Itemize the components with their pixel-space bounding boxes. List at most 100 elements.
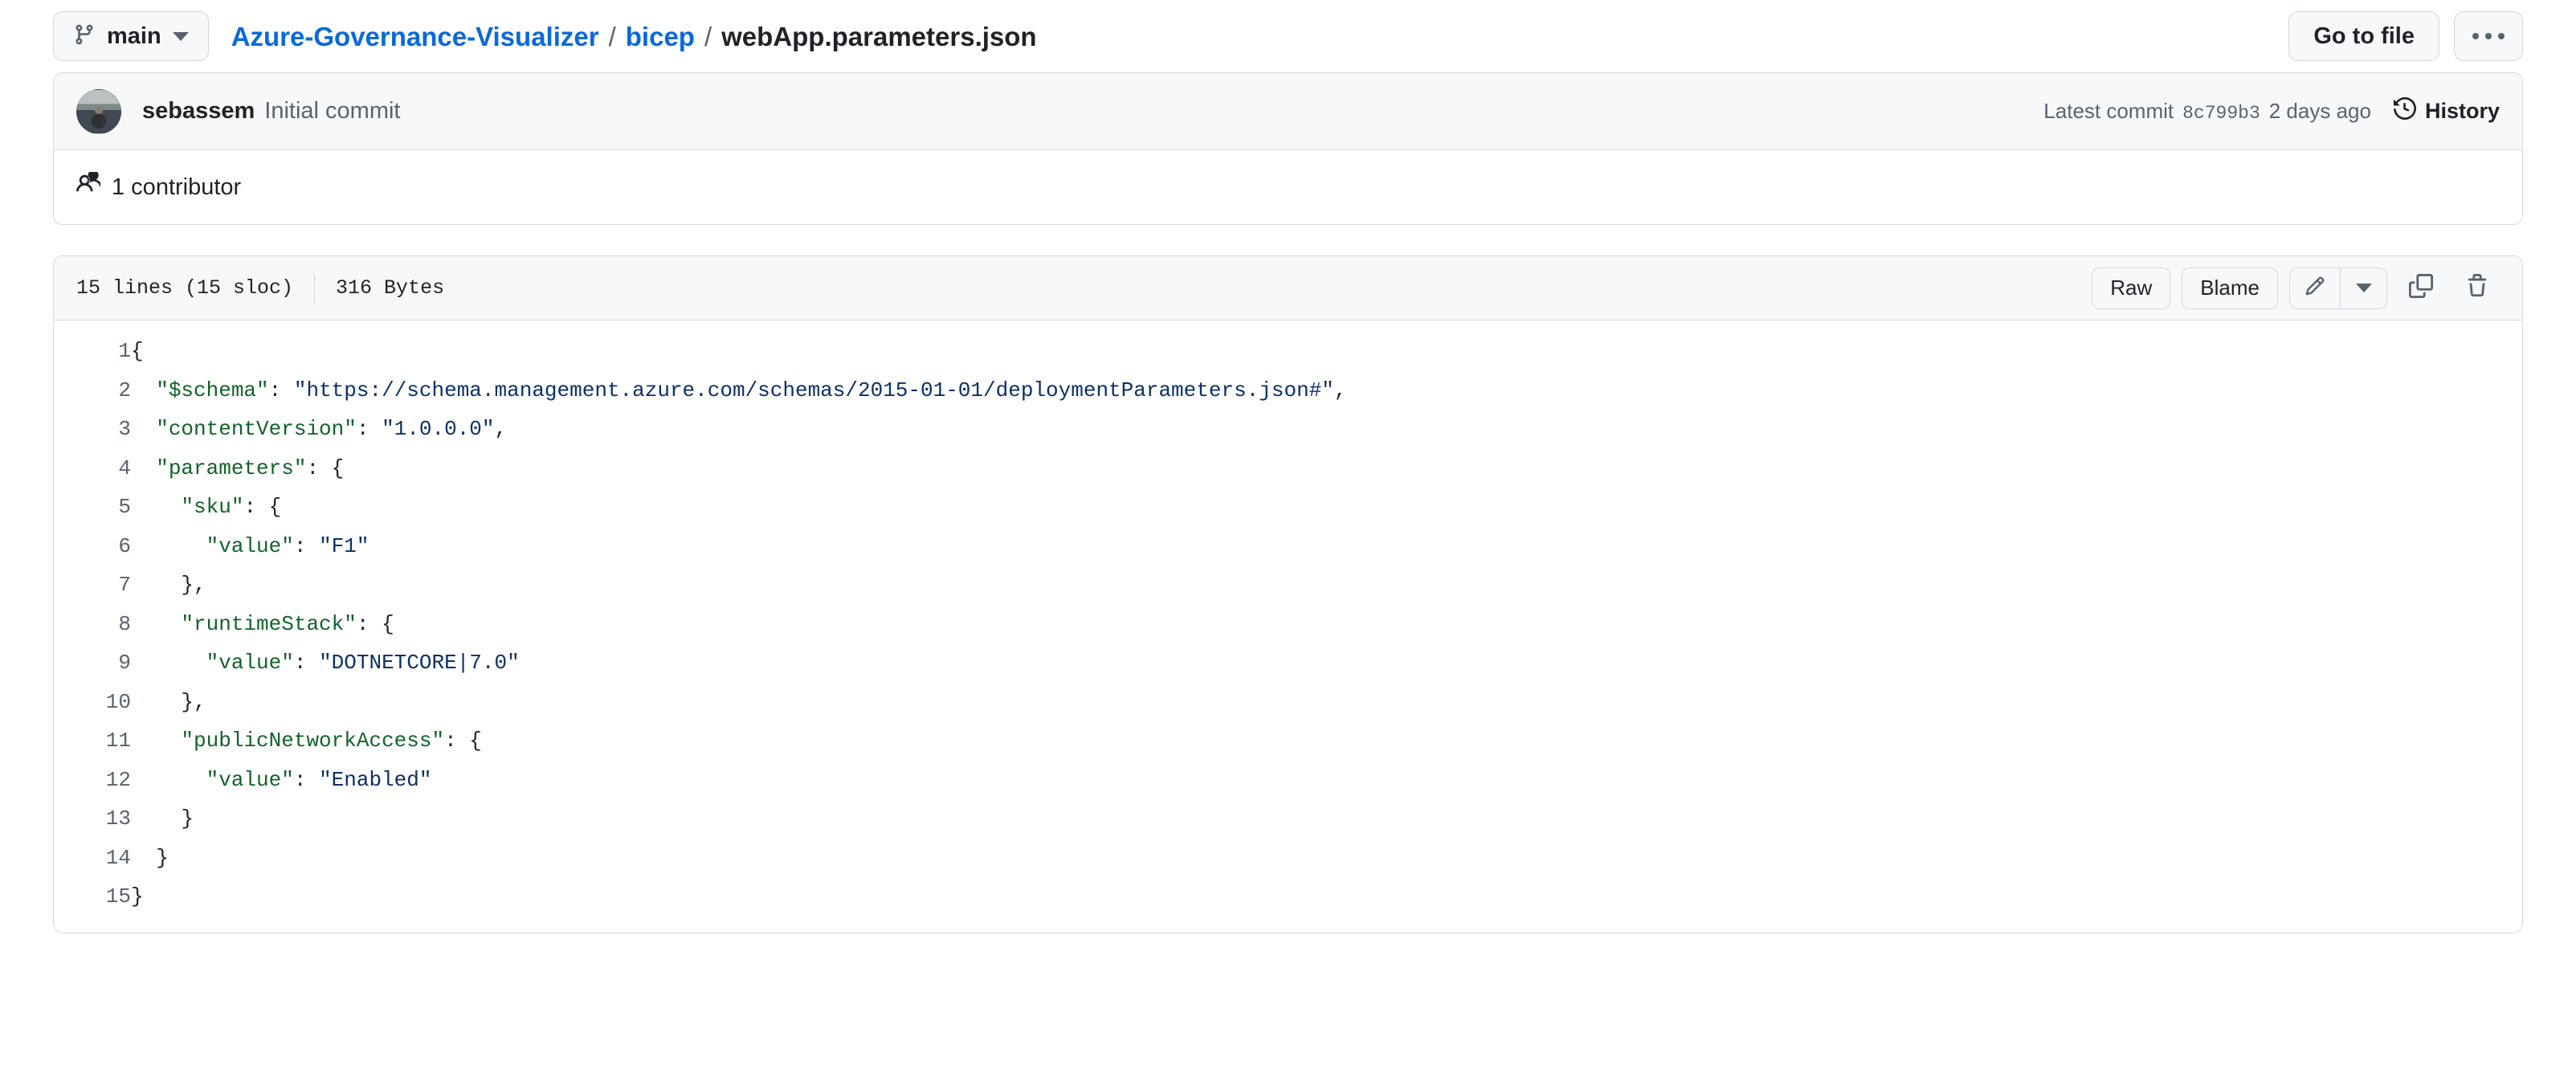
line-number[interactable]: 6 (54, 527, 131, 566)
line-number[interactable]: 9 (54, 643, 131, 683)
latest-commit-label: Latest commit (2043, 99, 2174, 124)
contributors-link[interactable]: 1 contributor (76, 172, 241, 202)
pencil-icon (2305, 276, 2325, 300)
line-number[interactable]: 14 (54, 839, 131, 878)
commit-message-link[interactable]: Initial commit (264, 98, 400, 125)
code-token: : (294, 768, 319, 792)
code-token: : { (243, 495, 281, 519)
copy-icon (2409, 274, 2433, 302)
line-number[interactable]: 2 (54, 371, 131, 410)
code-line-row: 7 }, (54, 566, 2522, 605)
commit-author-link[interactable]: sebassem (142, 98, 255, 125)
history-label: History (2425, 99, 2500, 124)
code-table: 1{2 "$schema": "https://schema.managemen… (54, 332, 2522, 917)
code-token: "sku" (181, 495, 243, 519)
code-token: "contentVersion" (156, 417, 357, 441)
code-token: , (495, 417, 508, 441)
contributors-row: 1 contributor (54, 150, 2522, 224)
people-icon (76, 172, 100, 202)
code-token: } (131, 846, 169, 870)
file-header-bar: main Azure-Governance-Visualizer / bicep… (53, 0, 2523, 61)
line-number[interactable]: 3 (54, 410, 131, 449)
commit-relative-time: 2 days ago (2269, 99, 2371, 124)
code-line-row: 3 "contentVersion": "1.0.0.0", (54, 410, 2522, 449)
code-token: "value" (206, 651, 294, 675)
line-number[interactable]: 7 (54, 566, 131, 605)
code-token: "Enabled" (319, 768, 431, 792)
code-token: } (131, 884, 144, 909)
line-number[interactable]: 5 (54, 488, 131, 527)
code-token: "F1" (319, 534, 369, 558)
branch-selector-button[interactable]: main (53, 11, 209, 61)
delete-file-button[interactable] (2455, 267, 2500, 309)
code-token: "runtimeStack" (181, 612, 356, 636)
code-line-row: 15} (54, 877, 2522, 917)
line-number[interactable]: 1 (54, 332, 131, 371)
code-token: }, (131, 573, 206, 597)
line-number[interactable]: 12 (54, 761, 131, 800)
commit-sha-link[interactable]: 8c799b3 (2182, 103, 2260, 124)
code-line-row: 14 } (54, 839, 2522, 878)
chevron-down-icon (173, 32, 189, 41)
line-content: } (131, 799, 2522, 839)
code-line-row: 2 "$schema": "https://schema.management.… (54, 371, 2522, 410)
breadcrumb-folder-link[interactable]: bicep (626, 23, 695, 50)
contributors-label: 1 contributor (112, 174, 241, 201)
copy-raw-content-button[interactable] (2398, 267, 2443, 309)
line-content: "runtimeStack": { (131, 605, 2522, 644)
line-content: } (131, 839, 2522, 878)
line-number[interactable]: 8 (54, 605, 131, 644)
kebab-dot-icon (2485, 33, 2492, 39)
more-options-button[interactable] (2454, 11, 2523, 61)
code-token: : { (357, 612, 394, 636)
code-line-row: 1{ (54, 332, 2522, 371)
avatar[interactable] (76, 89, 121, 134)
code-token: : (269, 378, 294, 402)
clock-history-icon (2394, 97, 2416, 125)
breadcrumb-repo-link[interactable]: Azure-Governance-Visualizer (231, 23, 599, 50)
file-line-count: 15 lines (15 sloc) (76, 276, 293, 300)
code-line-row: 12 "value": "Enabled" (54, 761, 2522, 800)
kebab-dot-icon (2472, 33, 2479, 39)
code-token: "value" (206, 534, 294, 558)
code-token (131, 729, 181, 753)
code-token: "value" (206, 768, 294, 792)
file-toolbar: 15 lines (15 sloc) 316 Bytes Raw Blame (54, 256, 2522, 321)
edit-file-button[interactable] (2290, 268, 2340, 308)
line-content: "contentVersion": "1.0.0.0", (131, 410, 2522, 449)
line-number[interactable]: 13 (54, 799, 131, 839)
code-token (131, 417, 156, 441)
line-number[interactable]: 4 (54, 449, 131, 488)
line-number[interactable]: 11 (54, 721, 131, 761)
line-content: "$schema": "https://schema.management.az… (131, 371, 2522, 410)
edit-options-button[interactable] (2340, 268, 2386, 308)
code-token (131, 456, 156, 480)
code-token (131, 534, 206, 558)
commit-meta: Latest commit 8c799b3 2 days ago History (2043, 97, 2500, 125)
go-to-file-button[interactable]: Go to file (2288, 11, 2439, 61)
commit-history-link[interactable]: History (2394, 97, 2500, 125)
breadcrumb: Azure-Governance-Visualizer / bicep / we… (231, 23, 1037, 50)
line-number[interactable]: 15 (54, 877, 131, 917)
line-content: "value": "F1" (131, 527, 2522, 566)
code-token: "1.0.0.0" (382, 417, 494, 441)
code-line-row: 5 "sku": { (54, 488, 2522, 527)
line-number[interactable]: 10 (54, 683, 131, 722)
code-viewer: 1{2 "$schema": "https://schema.managemen… (54, 321, 2522, 933)
code-token: } (131, 806, 194, 831)
breadcrumb-separator: / (609, 23, 616, 50)
line-content: "publicNetworkAccess": { (131, 721, 2522, 761)
file-stats: 15 lines (15 sloc) 316 Bytes (76, 274, 444, 303)
raw-button[interactable]: Raw (2092, 267, 2170, 309)
blame-button[interactable]: Blame (2182, 267, 2278, 309)
toolbar-divider (314, 274, 315, 303)
code-token: { (131, 339, 144, 363)
line-content: "value": "Enabled" (131, 761, 2522, 800)
code-token (131, 378, 156, 402)
code-token: : (294, 651, 319, 675)
code-token: "DOTNETCORE|7.0" (319, 651, 520, 675)
git-branch-icon (73, 23, 96, 50)
code-line-row: 4 "parameters": { (54, 449, 2522, 488)
code-token: : { (306, 456, 344, 480)
file-content-card: 15 lines (15 sloc) 316 Bytes Raw Blame (53, 255, 2523, 933)
